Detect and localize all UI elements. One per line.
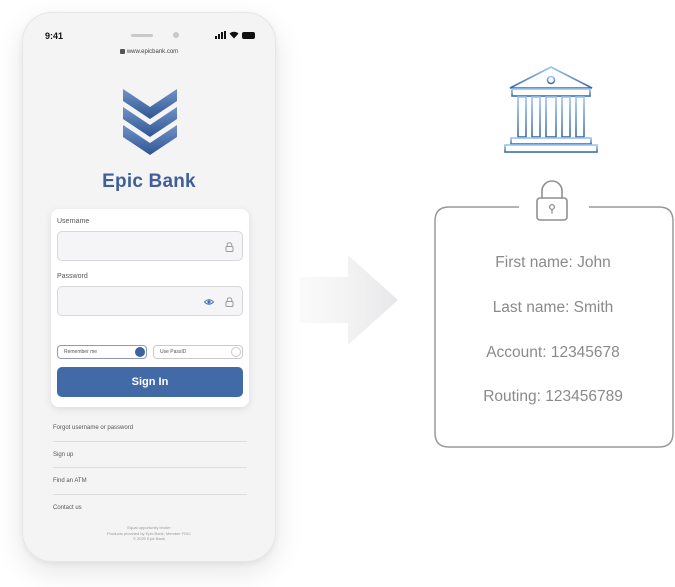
password-field[interactable] <box>57 286 243 316</box>
brand-name: Epic Bank <box>102 171 196 192</box>
wifi-icon <box>229 31 239 39</box>
footer-disclaimer: Equal opportunity lender Products provid… <box>23 525 275 542</box>
status-time: 9:41 <box>45 31 64 41</box>
eye-icon[interactable] <box>204 297 214 307</box>
speaker-notch <box>131 34 153 37</box>
padlock-field-icon <box>225 297 234 307</box>
lock-icon <box>119 49 125 54</box>
phone-mockup: 9:41 www.epicbank.com Epic Bank Username <box>22 12 276 562</box>
account-number-text: Account: 12345678 <box>486 344 620 361</box>
footer-line: © 2020 Epic Bank <box>132 536 166 541</box>
last-name-text: Last name: Smith <box>492 299 614 316</box>
first-name-text: First name: John <box>495 254 611 271</box>
sign-up-link[interactable]: Sign up <box>53 442 247 468</box>
username-label: Username <box>57 218 90 225</box>
find-atm-link[interactable]: Find an ATM <box>53 468 247 495</box>
help-links: Forgot username or password Sign up Find… <box>53 415 247 521</box>
remember-me-label: Remember me <box>64 349 98 355</box>
bank-building-icon <box>504 66 598 153</box>
battery-icon <box>242 31 255 39</box>
card-frame <box>434 206 674 448</box>
username-field[interactable] <box>57 231 243 261</box>
status-bar: 9:41 <box>23 27 275 47</box>
padlock-icon <box>536 180 568 221</box>
toggle-knob-on <box>135 347 145 357</box>
shield-chevron-logo <box>123 89 177 155</box>
credentials-card: First name: John Last name: Smith Accoun… <box>433 205 675 450</box>
routing-number-text: Routing: 123456789 <box>483 388 623 405</box>
use-passid-label: Use PassID <box>160 349 187 355</box>
arrow-right-icon <box>300 255 398 345</box>
contact-us-link[interactable]: Contact us <box>53 495 247 522</box>
url-text: www.epicbank.com <box>126 49 179 56</box>
padlock-field-icon <box>225 242 234 252</box>
login-form: Username Password Remember me Use PassID <box>51 209 249 407</box>
use-passid-toggle[interactable]: Use PassID <box>153 345 243 359</box>
camera-dot <box>173 32 179 38</box>
url-bar[interactable]: www.epicbank.com <box>23 49 275 55</box>
forgot-credentials-link[interactable]: Forgot username or password <box>53 415 247 442</box>
remember-me-toggle[interactable]: Remember me <box>57 345 147 359</box>
signal-icon <box>215 31 226 39</box>
status-icons <box>215 31 255 39</box>
toggle-knob-off <box>231 347 241 357</box>
password-label: Password <box>57 273 88 280</box>
sign-in-button[interactable]: Sign In <box>57 367 243 397</box>
